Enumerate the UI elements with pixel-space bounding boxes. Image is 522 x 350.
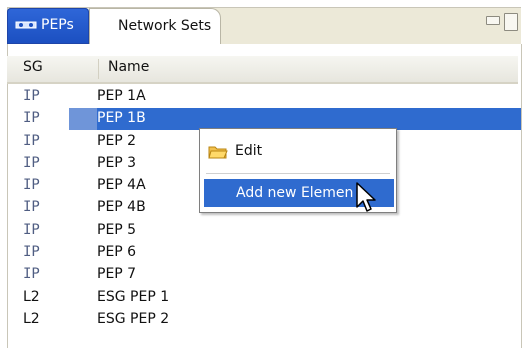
- column-header-sg[interactable]: SG: [23, 59, 43, 75]
- peps-view: PEPs Network Sets SG Name IP PEP 1A IP P…: [0, 0, 522, 350]
- table-row[interactable]: IP PEP 6: [7, 242, 518, 264]
- sg-cell: IP: [23, 244, 40, 261]
- sg-cell: IP: [23, 132, 40, 149]
- tab-peps-label: PEPs: [41, 17, 74, 33]
- table-row[interactable]: L2 ESG PEP 1: [7, 287, 518, 309]
- network-icon: [15, 17, 37, 31]
- sg-cell: IP: [23, 221, 40, 238]
- folder-open-icon: [208, 144, 228, 159]
- column-divider[interactable]: [98, 59, 99, 79]
- sg-cell: IP: [23, 88, 40, 104]
- name-cell: PEP 1A: [97, 88, 146, 104]
- name-cell: ESG PEP 1: [97, 288, 170, 305]
- mouse-cursor-icon: [355, 181, 377, 215]
- name-cell: PEP 1B: [97, 110, 146, 127]
- minimize-button[interactable]: [486, 16, 500, 25]
- selection-highlight: [97, 108, 521, 131]
- tab-network-sets-label: Network Sets: [118, 18, 212, 34]
- tab-network-sets[interactable]: Network Sets: [89, 8, 221, 44]
- table-header: SG Name: [7, 56, 518, 84]
- name-cell: PEP 5: [97, 221, 137, 238]
- maximize-button[interactable]: [504, 13, 518, 31]
- sg-cell: IP: [23, 177, 40, 194]
- menu-item-edit-label: Edit: [235, 143, 263, 159]
- selection-highlight: [69, 108, 97, 131]
- sg-cell: IP: [23, 199, 40, 216]
- name-cell: PEP 2: [97, 132, 137, 149]
- name-cell: PEP 4A: [97, 177, 146, 194]
- name-cell: ESG PEP 2: [97, 310, 170, 327]
- sg-cell: IP: [23, 154, 40, 171]
- sg-cell: IP: [23, 266, 40, 283]
- menu-separator: [206, 173, 390, 174]
- tab-peps[interactable]: PEPs: [7, 8, 89, 44]
- name-cell: PEP 4B: [97, 199, 146, 216]
- name-cell: PEP 3: [97, 154, 137, 171]
- table-row[interactable]: IP PEP 7: [7, 264, 518, 286]
- table-row[interactable]: L2 ESG PEP 2: [7, 309, 518, 331]
- table-row[interactable]: IP PEP 5: [7, 220, 518, 242]
- menu-item-edit[interactable]: Edit: [200, 137, 396, 165]
- column-header-name[interactable]: Name: [108, 59, 149, 75]
- table-row[interactable]: IP PEP 1A: [7, 86, 518, 108]
- name-cell: PEP 6: [97, 244, 137, 261]
- menu-item-add-label: Add new Elemen: [236, 185, 354, 201]
- sg-cell: L2: [23, 310, 40, 327]
- name-cell: PEP 7: [97, 266, 137, 283]
- sg-cell: IP: [23, 110, 40, 127]
- sg-cell: L2: [23, 288, 40, 305]
